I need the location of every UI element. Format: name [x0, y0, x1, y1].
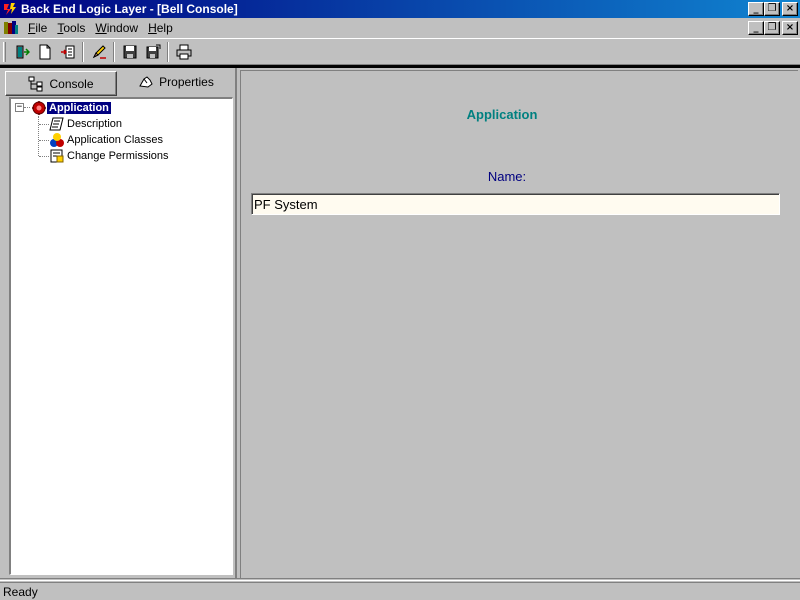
menu-file-rest: ile [35, 21, 48, 35]
document-window-controls: _ ❐ × [748, 21, 798, 35]
restore-icon: ❐ [767, 3, 777, 14]
tree-connector [39, 156, 49, 157]
menu-bar: File Tools Window Help _ ❐ × [0, 18, 800, 38]
toolbar-separator [167, 41, 169, 62]
save-as-button[interactable] [141, 41, 164, 63]
toolbar-separator [82, 41, 84, 62]
edit-button[interactable] [87, 41, 110, 63]
tree-connector [24, 107, 30, 108]
doc-minimize-button[interactable]: _ [748, 21, 764, 35]
tree-node-change-permissions[interactable]: Change Permissions [49, 148, 171, 164]
name-label: Name: [487, 169, 527, 184]
app-icon[interactable] [2, 1, 18, 17]
tab-console[interactable]: Console [5, 71, 117, 96]
status-text: Ready [3, 584, 38, 599]
permissions-icon [50, 149, 64, 163]
tree-view[interactable]: − Application Description Application Cl… [9, 97, 233, 575]
tab-console-label: Console [49, 76, 94, 91]
tree-node-label: Application [46, 101, 112, 115]
name-input[interactable] [251, 193, 780, 215]
save-as-icon [146, 44, 160, 58]
tree-node-label: Application Classes [67, 134, 163, 146]
description-notepad-icon [49, 117, 64, 131]
properties-pane: Application Name: [240, 70, 798, 578]
tree-collapse-toggle[interactable]: − [15, 103, 24, 112]
menu-tools-rest: ools [63, 21, 86, 35]
new-button[interactable] [33, 41, 56, 63]
close-button[interactable]: × [782, 2, 798, 16]
menu-help[interactable]: Help [143, 21, 178, 35]
title-bar: Back End Logic Layer - [Bell Console] _ … [0, 0, 800, 18]
tab-properties[interactable]: Properties [117, 69, 235, 95]
connect-icon [16, 45, 30, 58]
save-button[interactable] [118, 41, 141, 63]
minimize-icon: _ [753, 22, 759, 33]
menu-window-accel: W [95, 21, 107, 35]
minimize-icon: _ [753, 3, 759, 14]
properties-hand-icon [139, 76, 153, 88]
application-icon [32, 101, 46, 115]
navigation-pane: Console Properties − Application Descrip… [3, 68, 237, 578]
restore-button[interactable]: ❐ [764, 2, 780, 16]
page-title: Application [466, 107, 538, 122]
tree-connector [39, 124, 49, 125]
menu-help-rest: elp [156, 21, 173, 35]
tab-properties-label: Properties [159, 75, 214, 89]
tree-connector [39, 140, 49, 141]
menu-help-accel: H [148, 21, 157, 35]
doc-restore-button[interactable]: ❐ [764, 21, 780, 35]
edit-pencil-icon [92, 44, 106, 59]
menu-tools[interactable]: Tools [52, 21, 90, 35]
import-button[interactable] [56, 41, 79, 63]
toolbar-grip[interactable] [3, 41, 6, 62]
print-button[interactable] [172, 41, 195, 63]
menu-file[interactable]: File [23, 21, 52, 35]
tree-node-application-classes[interactable]: Application Classes [49, 132, 165, 148]
pane-tabs: Console Properties [5, 69, 235, 96]
close-icon: × [785, 22, 795, 33]
tree-node-label: Description [67, 118, 123, 130]
toolbar-separator [113, 41, 115, 62]
print-icon [176, 44, 191, 59]
menu-window[interactable]: Window [90, 21, 143, 35]
tree-node-label: Change Permissions [67, 150, 169, 162]
window-title: Back End Logic Layer - [Bell Console] [21, 2, 238, 16]
application-classes-icon [50, 133, 64, 147]
status-bar: Ready [0, 582, 800, 600]
minimize-button[interactable]: _ [748, 2, 764, 16]
connect-button[interactable] [10, 41, 33, 63]
toolbar [0, 38, 800, 65]
window-controls: _ ❐ × [748, 2, 798, 16]
console-tree-icon [28, 76, 43, 91]
save-icon [123, 45, 136, 58]
document-system-menu-icon[interactable] [3, 20, 19, 36]
close-icon: × [785, 3, 795, 14]
doc-close-button[interactable]: × [782, 21, 798, 35]
tree-connector [38, 116, 39, 156]
menu-window-rest: indow [106, 21, 139, 35]
import-icon [60, 45, 74, 58]
tree-node-description[interactable]: Description [49, 116, 124, 132]
new-document-icon [39, 44, 50, 59]
restore-icon: ❐ [767, 22, 777, 33]
status-divider [0, 578, 800, 581]
tree-node-application[interactable]: Application [31, 100, 112, 116]
